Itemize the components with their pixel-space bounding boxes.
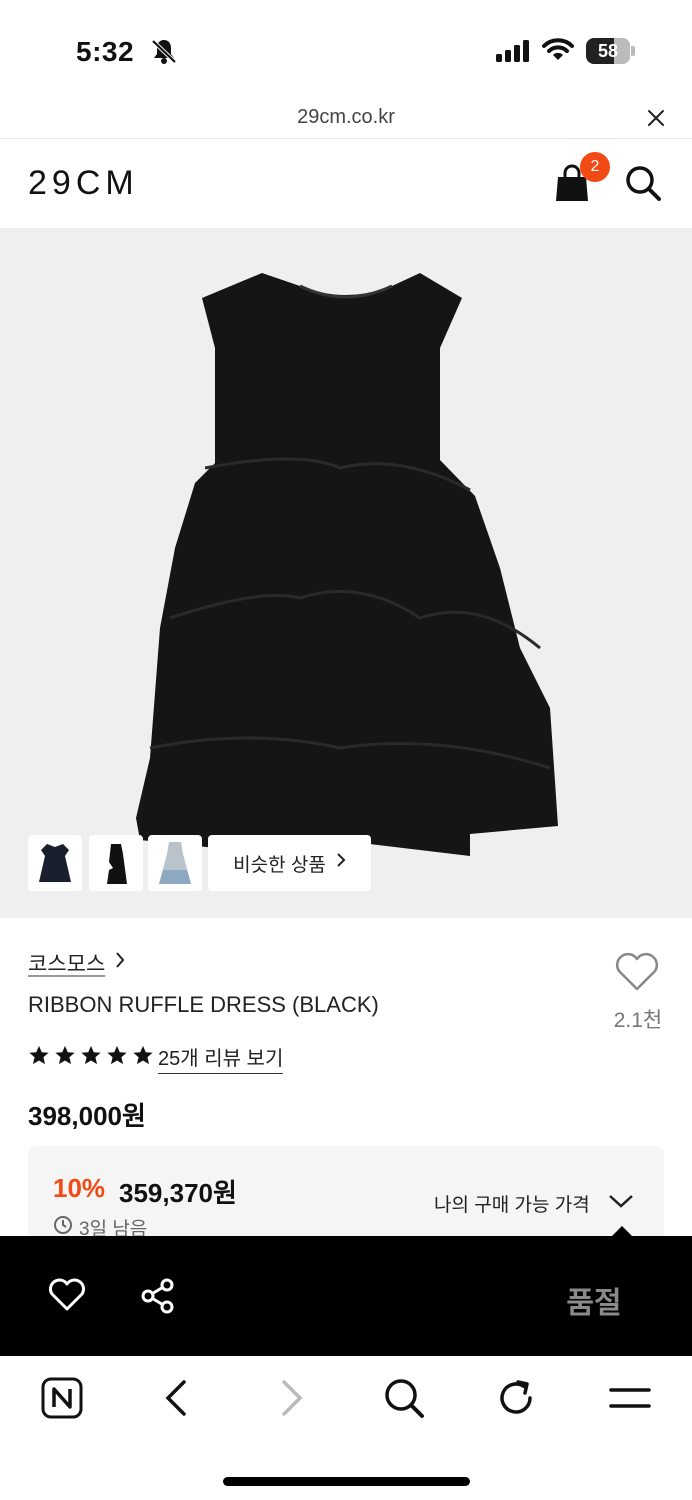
chevron-down-icon[interactable] [608,1193,634,1214]
battery-indicator: 58 [586,38,630,64]
search-icon[interactable] [624,164,662,207]
my-price-toggle[interactable]: 나의 구매 가능 가격 [434,1190,590,1217]
discount-percent: 10% [53,1173,106,1203]
sale-price: 359,370원 [119,1178,237,1208]
dress-illustration [136,273,558,856]
tooltip-pointer [612,1226,632,1236]
naver-home-icon[interactable] [40,1376,84,1425]
heart-icon[interactable] [48,1278,86,1317]
star-icon [81,1045,101,1065]
original-price: 398,000원 [28,1101,146,1131]
thumbnail-2[interactable] [89,835,143,891]
star-icon [55,1045,75,1065]
close-icon[interactable] [646,108,666,133]
review-link[interactable]: 25개 리뷰 보기 [158,1042,284,1074]
thumbnail-1[interactable] [28,835,82,891]
star-icon [133,1045,153,1065]
status-time: 5:32 [76,36,135,67]
battery-nub [631,46,635,56]
thumbnail-3[interactable] [148,835,202,891]
brand-link[interactable]: 코스모스 [28,948,125,978]
heart-outline-icon[interactable] [614,952,660,997]
chevron-right-icon [115,951,125,975]
product-name: RIBBON RUFFLE DRESS (BLACK) [28,992,379,1017]
rating-stars [28,1044,154,1066]
bell-muted-icon [150,38,178,69]
star-icon [29,1045,49,1065]
forward-icon [278,1376,306,1425]
url-text[interactable]: 29cm.co.kr [0,106,692,129]
wifi-icon [542,38,574,67]
browser-search-icon[interactable] [382,1376,426,1425]
menu-icon[interactable] [608,1376,652,1425]
share-icon[interactable] [140,1277,176,1320]
like-count: 2.1천 [613,1009,663,1032]
soldout-button[interactable]: 품절 [520,1278,668,1322]
cart-count-badge: 2 [580,152,610,182]
back-icon[interactable] [162,1376,190,1425]
chevron-right-icon [336,852,346,874]
cellular-signal-icon [496,40,532,67]
star-icon [107,1045,127,1065]
site-logo[interactable]: 29CM [28,164,139,203]
divider [0,138,692,139]
home-indicator [223,1477,470,1486]
brand-name: 코스모스 [28,953,106,976]
refresh-icon[interactable] [494,1376,538,1425]
similar-products-label: 비슷한 상품 [233,854,326,876]
similar-products-button[interactable]: 비슷한 상품 [208,835,371,891]
product-image[interactable] [0,228,692,918]
